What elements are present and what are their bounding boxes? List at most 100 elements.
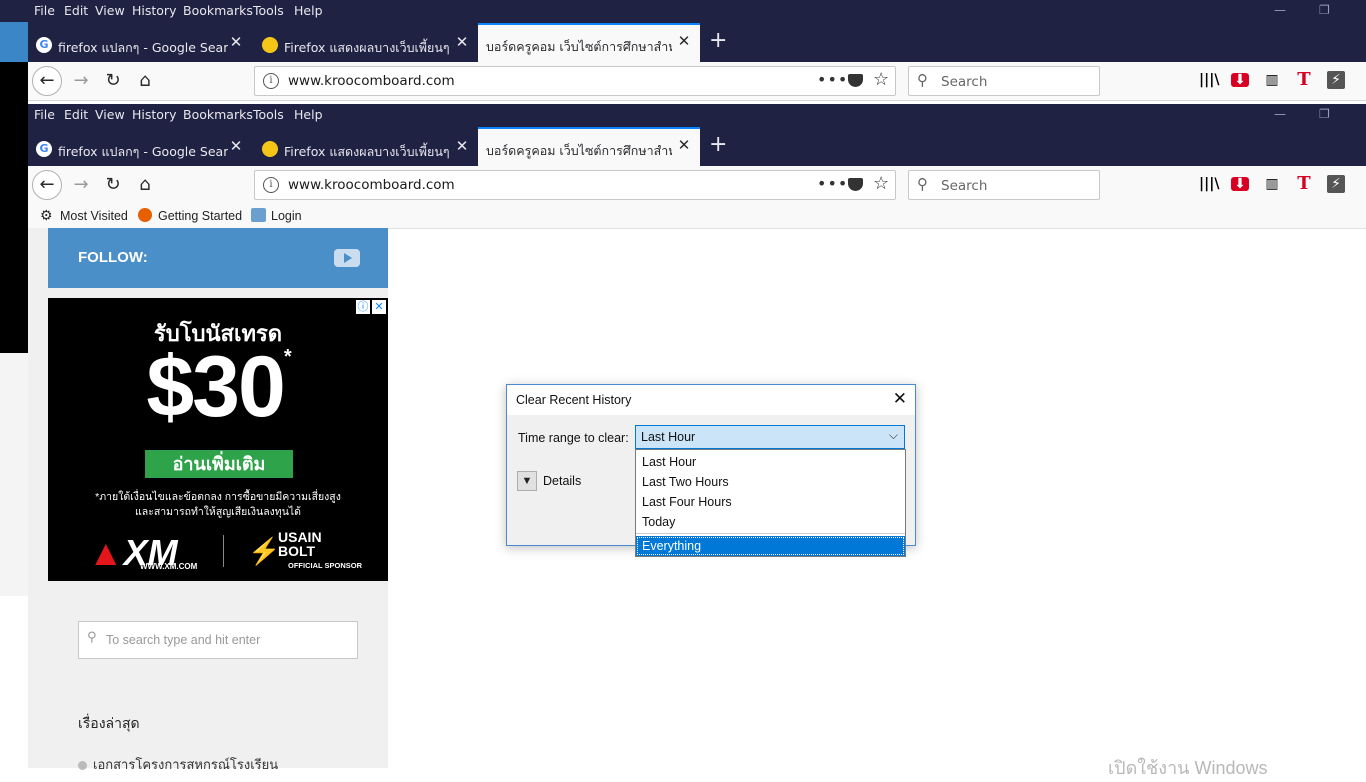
sidebar-icon[interactable]: ▥ bbox=[1263, 175, 1281, 193]
site-search-input[interactable]: ⚲ To search type and hit enter bbox=[78, 621, 358, 659]
close-icon[interactable]: ✕ bbox=[228, 34, 244, 50]
details-toggle-button[interactable]: ▼ bbox=[517, 471, 537, 491]
url-bar[interactable]: i www.kroocomboard.com ••• ☆ bbox=[254, 66, 896, 96]
option-last-two-hours[interactable]: Last Two Hours bbox=[636, 472, 905, 492]
emoji-icon bbox=[262, 37, 278, 53]
adchoices-icon[interactable]: ⓘ bbox=[356, 300, 370, 314]
chevron-down-icon: ⌵ bbox=[888, 428, 898, 442]
option-last-four-hours[interactable]: Last Four Hours bbox=[636, 492, 905, 512]
pocket-icon[interactable] bbox=[848, 74, 863, 87]
download-icon[interactable]: ⬇ bbox=[1231, 73, 1249, 87]
search-placeholder: Search bbox=[941, 178, 988, 194]
menu-help[interactable]: Help bbox=[294, 3, 323, 18]
menu-bar: File Edit View History Bookmarks Tools H… bbox=[28, 104, 1366, 126]
bookmark-star-icon[interactable]: ☆ bbox=[873, 173, 889, 194]
time-range-select[interactable]: Last Hour ⌵ bbox=[635, 425, 905, 449]
home-button[interactable]: ⌂ bbox=[130, 66, 160, 96]
ad-divider bbox=[223, 535, 224, 567]
new-tab-button[interactable]: + bbox=[709, 30, 727, 52]
time-range-label: Time range to clear: bbox=[518, 431, 629, 445]
close-icon[interactable]: ✕ bbox=[676, 137, 692, 153]
menu-file[interactable]: File bbox=[34, 107, 55, 122]
close-icon[interactable]: ✕ bbox=[676, 33, 692, 49]
menu-file[interactable]: File bbox=[34, 3, 55, 18]
download-icon[interactable]: ⬇ bbox=[1231, 177, 1249, 191]
search-input[interactable]: ⚲ Search bbox=[908, 170, 1100, 200]
ad-close-icon[interactable]: ✕ bbox=[372, 300, 386, 314]
menu-history[interactable]: History bbox=[132, 3, 176, 18]
menu-edit[interactable]: Edit bbox=[64, 107, 88, 122]
ad-amount-value: $30 bbox=[146, 339, 285, 435]
details-label[interactable]: Details bbox=[543, 474, 581, 488]
menu-bookmarks[interactable]: Bookmarks bbox=[183, 3, 253, 18]
menu-help[interactable]: Help bbox=[294, 107, 323, 122]
bookmark-login[interactable]: Login bbox=[271, 209, 302, 223]
recent-post-link[interactable]: เอกสารโครงการสหกรณ์โรงเรียน bbox=[78, 754, 278, 775]
restore-button[interactable]: ❐ bbox=[1319, 3, 1330, 17]
google-icon: G bbox=[36, 141, 52, 157]
option-last-hour[interactable]: Last Hour bbox=[636, 452, 905, 472]
forward-button[interactable]: → bbox=[66, 170, 96, 200]
reload-button[interactable]: ↻ bbox=[98, 170, 128, 200]
ad-disclaimer-line: *ภายใต้เงื่อนไขและข้อตกลง การซื้อขายมีคว… bbox=[95, 491, 341, 503]
minimize-button[interactable]: — bbox=[1274, 107, 1286, 121]
back-button[interactable]: ← bbox=[32, 170, 62, 200]
ad-cta-button[interactable]: อ่านเพิ่มเติม bbox=[145, 450, 293, 478]
url-bar[interactable]: i www.kroocomboard.com ••• ☆ bbox=[254, 170, 896, 200]
page-actions-button[interactable]: ••• bbox=[817, 70, 848, 89]
pocket-icon[interactable] bbox=[848, 178, 863, 191]
minimize-button[interactable]: — bbox=[1274, 3, 1286, 17]
forward-button[interactable]: → bbox=[66, 66, 96, 96]
tab-google-search[interactable]: G firefox แปลกๆ - Google Search ✕ bbox=[28, 130, 250, 164]
info-icon[interactable]: i bbox=[263, 177, 279, 193]
search-input[interactable]: ⚲ Search bbox=[908, 66, 1100, 96]
youtube-icon[interactable] bbox=[334, 249, 360, 267]
tab-kroocomboard[interactable]: บอร์ดครูคอม เว็บไซต์การศึกษาสำหรับครูคอม… bbox=[478, 127, 700, 166]
library-icon[interactable]: |||\ bbox=[1199, 71, 1219, 89]
info-icon[interactable]: i bbox=[263, 73, 279, 89]
menu-tools[interactable]: Tools bbox=[253, 107, 284, 122]
option-everything[interactable]: Everything bbox=[636, 536, 905, 556]
tab-kroocomboard[interactable]: บอร์ดครูคอม เว็บไซต์การศึกษาสำหรับครูคอม… bbox=[478, 23, 700, 62]
tab-firefox-issue[interactable]: Firefox แสดงผลบางเว็บเพี้ยนๆ พื้นหลัง ✕ bbox=[254, 26, 476, 60]
advertisement[interactable]: ⓘ ✕ รับโบนัสเทรด $30* อ่านเพิ่มเติม *ภาย… bbox=[48, 298, 388, 581]
restore-button[interactable]: ❐ bbox=[1319, 107, 1330, 121]
menu-view[interactable]: View bbox=[95, 3, 125, 18]
ad-site-text: WWW.XM.COM bbox=[140, 562, 198, 571]
close-icon[interactable]: ✕ bbox=[454, 34, 470, 50]
ad-amount: $30* bbox=[48, 338, 388, 437]
close-icon[interactable]: ✕ bbox=[454, 138, 470, 154]
flash-icon[interactable]: ⚡ bbox=[1327, 71, 1345, 89]
back-button[interactable]: ← bbox=[32, 66, 62, 96]
option-today[interactable]: Today bbox=[636, 512, 905, 532]
new-tab-button[interactable]: + bbox=[709, 134, 727, 156]
ad-controls: ⓘ ✕ bbox=[356, 300, 386, 314]
menu-bookmarks[interactable]: Bookmarks bbox=[183, 107, 253, 122]
menu-view[interactable]: View bbox=[95, 107, 125, 122]
home-button[interactable]: ⌂ bbox=[130, 170, 160, 200]
dialog-close-button[interactable]: ✕ bbox=[893, 390, 907, 408]
bookmark-star-icon[interactable]: ☆ bbox=[873, 69, 889, 90]
close-icon[interactable]: ✕ bbox=[228, 138, 244, 154]
reload-button[interactable]: ↻ bbox=[98, 66, 128, 96]
search-placeholder: Search bbox=[941, 74, 988, 90]
flash-icon[interactable]: ⚡ bbox=[1327, 175, 1345, 193]
menu-history[interactable]: History bbox=[132, 107, 176, 122]
translate-icon[interactable]: T bbox=[1295, 71, 1313, 89]
tab-strip: G firefox แปลกๆ - Google Search ✕ Firefo… bbox=[28, 126, 1366, 166]
library-icon[interactable]: |||\ bbox=[1199, 175, 1219, 193]
tab-firefox-issue[interactable]: Firefox แสดงผลบางเว็บเพี้ยนๆ พื้นหลัง ✕ bbox=[254, 130, 476, 164]
sidebar-icon[interactable]: ▥ bbox=[1263, 71, 1281, 89]
tab-google-search[interactable]: G firefox แปลกๆ - Google Search ✕ bbox=[28, 26, 250, 60]
option-label: Last Four Hours bbox=[642, 495, 732, 509]
url-text: www.kroocomboard.com bbox=[288, 73, 455, 89]
background-black-strip bbox=[0, 62, 28, 353]
bookmark-most-visited[interactable]: Most Visited bbox=[60, 209, 128, 223]
page-actions-button[interactable]: ••• bbox=[817, 174, 848, 193]
translate-icon[interactable]: T bbox=[1295, 175, 1313, 193]
menu-edit[interactable]: Edit bbox=[64, 3, 88, 18]
menu-tools[interactable]: Tools bbox=[253, 3, 284, 18]
follow-bar: FOLLOW: bbox=[48, 228, 388, 288]
bookmark-getting-started[interactable]: Getting Started bbox=[158, 209, 242, 223]
login-icon bbox=[251, 208, 266, 222]
